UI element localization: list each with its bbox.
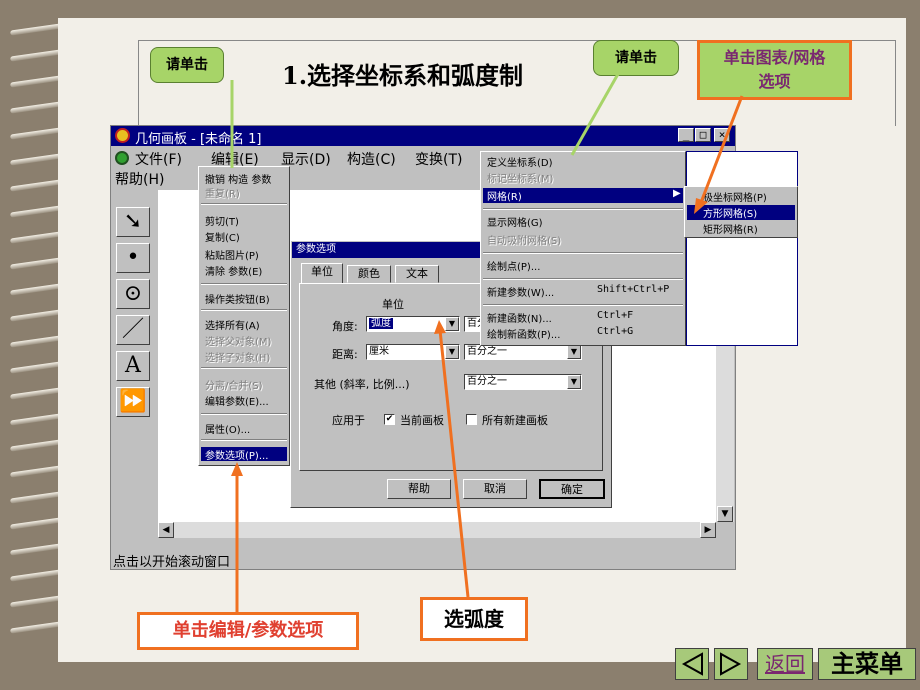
horizontal-scrollbar[interactable]: ◀ ▶ [158, 522, 716, 538]
all-new-label: 所有新建画板 [482, 414, 548, 427]
edit-menu-item: 分离/合并(S) [205, 381, 263, 392]
main-menu-button[interactable]: 主菜单 [818, 648, 916, 680]
menu-construct[interactable]: 构造(C) [347, 149, 396, 169]
menu-transform[interactable]: 变换(T) [415, 149, 462, 169]
cancel-button[interactable]: 取消 [463, 479, 527, 499]
edit-menu-item[interactable]: 复制(C) [205, 229, 240, 244]
grid-submenu: 极坐标网格(P) 方形网格(S) 矩形网格(R) [684, 186, 798, 238]
current-canvas-checkbox[interactable]: ✔ [384, 414, 395, 425]
units-group-title: 单位 [382, 298, 404, 311]
distance-precision-select[interactable]: 百分之一 ▼ [464, 344, 582, 360]
note-grid-option: 单击图表/网格选项 [697, 40, 852, 100]
menu-shortcut: Ctrl+G [597, 326, 634, 337]
scroll-right-icon[interactable]: ▶ [700, 522, 716, 538]
toolbox: ➘ • ⊙ ／ A ⏩ [114, 205, 154, 420]
edit-menu-item[interactable]: 撤销 构造 参数 [205, 171, 271, 186]
all-new-checkbox[interactable] [466, 414, 477, 425]
edit-menu-item: 选择父对象(M) [205, 337, 272, 348]
dropdown-arrow-icon: ▼ [445, 317, 459, 331]
dropdown-arrow-icon: ▼ [567, 345, 581, 359]
edit-menu-item: 重复(R) [205, 189, 240, 200]
tab-units[interactable]: 单位 [301, 263, 343, 284]
graph-menu-item: 标记坐标系(M) [487, 174, 554, 185]
point-tool-icon[interactable]: • [116, 243, 150, 273]
triangle-right-icon [720, 652, 742, 676]
arrow-tool-icon[interactable]: ➘ [116, 207, 150, 237]
edit-menu-item[interactable]: 编辑参数(E)... [205, 393, 269, 408]
edit-menu-item[interactable]: 粘贴图片(P) [205, 247, 259, 262]
app-logo-icon [115, 128, 130, 143]
tab-color[interactable]: 颜色 [347, 265, 391, 283]
menu-bar: 文件(F) 编辑(E) 显示(D) 构造(C) 变换(T) 帮助(H) [111, 148, 481, 188]
edit-menu-item: 选择子对象(H) [205, 353, 271, 364]
graph-menu-item[interactable]: 定义坐标系(D) [487, 154, 553, 169]
minimize-button[interactable]: _ [678, 128, 694, 142]
help-button[interactable]: 帮助 [387, 479, 451, 499]
slide-heading: 1.选择坐标系和弧度制 [282, 61, 524, 90]
distance-precision-value: 百分之一 [467, 346, 507, 357]
compass-tool-icon[interactable]: ⊙ [116, 279, 150, 309]
maximize-button[interactable]: □ [695, 128, 711, 142]
apply-label: 应用于 [332, 414, 365, 427]
distance-unit-value: 厘米 [369, 346, 389, 357]
graph-menu-item[interactable]: 绘制新函数(P)... [487, 326, 560, 341]
graph-menu-item[interactable]: 网格(R) [483, 188, 683, 203]
next-slide-button[interactable] [714, 648, 748, 680]
text-tool-icon[interactable]: A [116, 351, 150, 381]
script-tool-icon[interactable]: ⏩ [116, 387, 150, 417]
graph-menu-item[interactable]: 新建函数(N)... [487, 310, 552, 325]
tab-text[interactable]: 文本 [395, 265, 439, 283]
graph-menu-item[interactable]: 新建参数(W)... [487, 284, 554, 299]
document-icon [115, 151, 129, 165]
graph-menu: 定义坐标系(D) 标记坐标系(M) 网格(R) 显示网格(G) 自动吸附网格(S) 绘制点… [480, 151, 686, 346]
edit-menu: 撤销 构造 参数重复(R) 剪切(T) 复制(C) 粘贴图片(P) 清除 参数(E) 操作… [198, 166, 290, 466]
status-text: 点击以开始滚动窗口 [113, 555, 231, 570]
back-link[interactable]: 返回 [757, 648, 813, 680]
callout-click-right: 请单击 [593, 40, 679, 76]
graph-menu-item[interactable]: 绘制点(P)... [487, 258, 540, 273]
other-precision-select[interactable]: 百分之一 ▼ [464, 374, 582, 390]
callout-click-left: 请单击 [150, 47, 224, 83]
status-bar: 点击以开始滚动窗口 [111, 548, 735, 570]
edit-menu-item[interactable]: 参数选项(P)... [201, 447, 287, 462]
edit-menu-item[interactable]: 剪切(T) [205, 213, 239, 228]
graph-menu-item[interactable]: 显示网格(G) [487, 214, 543, 229]
dropdown-arrow-icon: ▼ [445, 345, 459, 359]
angle-label: 角度: [332, 320, 358, 333]
grid-submenu-item[interactable]: 矩形网格(R) [703, 221, 758, 236]
menu-shortcut: Shift+Ctrl+P [597, 284, 670, 295]
edit-menu-item[interactable]: 选择所有(A) [205, 317, 260, 332]
title-bar: 几何画板 - [未命名 1] _ □ × [111, 126, 735, 147]
note-select-radian: 选弧度 [420, 597, 528, 641]
grid-submenu-item[interactable]: 极坐标网格(P) [703, 189, 767, 204]
scroll-down-icon[interactable]: ▼ [717, 506, 733, 522]
note-edit-preferences: 单击编辑/参数选项 [137, 612, 359, 650]
triangle-left-icon [681, 652, 703, 676]
edit-menu-item[interactable]: 属性(O)... [205, 421, 250, 436]
other-precision-value: 百分之一 [467, 376, 507, 387]
ok-button[interactable]: 确定 [539, 479, 605, 499]
submenu-arrow-icon: ▶ [673, 188, 681, 199]
menu-shortcut: Ctrl+F [597, 310, 634, 321]
graph-menu-item: 自动吸附网格(S) [487, 236, 562, 247]
current-canvas-label: 当前画板 [400, 414, 444, 427]
menu-help[interactable]: 帮助(H) [115, 169, 164, 189]
distance-unit-select[interactable]: 厘米 ▼ [366, 344, 460, 360]
close-button[interactable]: × [714, 128, 730, 142]
grid-submenu-item[interactable]: 方形网格(S) [687, 205, 795, 220]
dropdown-arrow-icon: ▼ [567, 375, 581, 389]
angle-unit-value: 弧度 [369, 318, 393, 329]
prev-slide-button[interactable] [675, 648, 709, 680]
window-title: 几何画板 - [未命名 1] [135, 132, 262, 147]
scroll-left-icon[interactable]: ◀ [158, 522, 174, 538]
line-tool-icon[interactable]: ／ [116, 315, 150, 345]
edit-menu-item[interactable]: 清除 参数(E) [205, 263, 262, 278]
menu-file[interactable]: 文件(F) [135, 149, 182, 169]
distance-label: 距离: [332, 348, 358, 361]
menu-overlay-area [686, 151, 798, 346]
other-label: 其他 (斜率, 比例...) [314, 378, 410, 391]
edit-menu-item[interactable]: 操作类按钮(B) [205, 291, 270, 306]
angle-unit-select[interactable]: 弧度 ▼ [366, 316, 460, 332]
